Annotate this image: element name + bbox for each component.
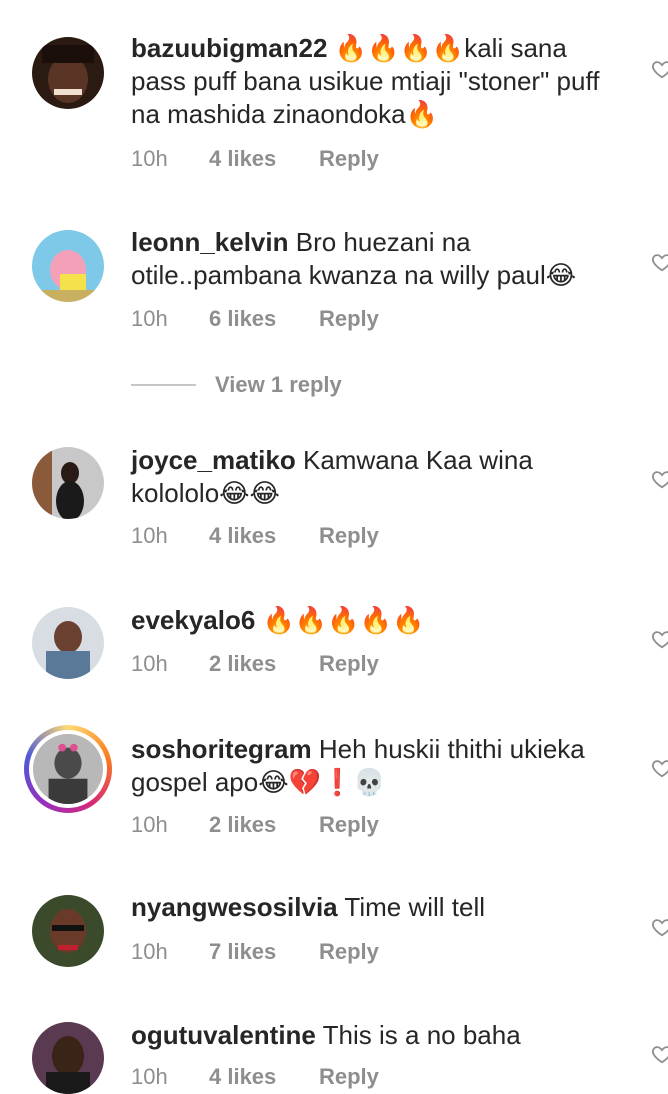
heart-icon[interactable] bbox=[651, 757, 668, 779]
comment-likes[interactable]: 2 likes bbox=[209, 651, 319, 677]
comment-username[interactable]: nyangwesosilvia bbox=[131, 892, 338, 922]
reply-button[interactable]: Reply bbox=[319, 306, 379, 332]
avatar[interactable] bbox=[32, 607, 104, 679]
comment-text-block: nyangwesosilvia Time will tell bbox=[131, 891, 621, 924]
comment-likes[interactable]: 6 likes bbox=[209, 306, 319, 332]
comment-text-block: evekyalo6 🔥🔥🔥🔥🔥 bbox=[131, 604, 621, 637]
comment-username[interactable]: leonn_kelvin bbox=[131, 227, 289, 257]
comment-likes[interactable]: 2 likes bbox=[209, 812, 319, 838]
comment-text: 🔥🔥🔥🔥🔥 bbox=[262, 605, 425, 635]
heart-icon[interactable] bbox=[651, 916, 668, 938]
comment-time: 10h bbox=[131, 651, 168, 676]
avatar bbox=[33, 734, 103, 804]
comment-text-block: ogutuvalentine This is a no baha bbox=[131, 1019, 621, 1052]
avatar[interactable] bbox=[32, 230, 104, 302]
comment-likes[interactable]: 7 likes bbox=[209, 939, 319, 965]
heart-icon[interactable] bbox=[651, 628, 668, 650]
reply-button[interactable]: Reply bbox=[319, 651, 379, 677]
comment-meta: 10h 6 likes Reply bbox=[131, 306, 379, 332]
comment-username[interactable]: bazuubigman22 bbox=[131, 33, 327, 63]
avatar[interactable] bbox=[32, 37, 104, 109]
comment-text: Time will tell bbox=[344, 892, 486, 922]
comment-text-block: bazuubigman22 🔥🔥🔥🔥kali sana pass puff ba… bbox=[131, 32, 621, 131]
comment-time: 10h bbox=[131, 146, 168, 171]
comment-username[interactable]: soshoritegram bbox=[131, 734, 312, 764]
reply-button[interactable]: Reply bbox=[319, 812, 379, 838]
reply-button[interactable]: Reply bbox=[319, 939, 379, 965]
comment-meta: 10h 4 likes Reply bbox=[131, 146, 379, 172]
comment-meta: 10h 2 likes Reply bbox=[131, 651, 379, 677]
comment-meta: 10h 7 likes Reply bbox=[131, 939, 379, 965]
comment-time: 10h bbox=[131, 939, 168, 964]
heart-icon[interactable] bbox=[651, 1043, 668, 1065]
comment-time: 10h bbox=[131, 1064, 168, 1089]
comment-meta: 10h 4 likes Reply bbox=[131, 523, 379, 549]
heart-icon[interactable] bbox=[651, 468, 668, 490]
comment-time: 10h bbox=[131, 523, 168, 548]
comment-likes[interactable]: 4 likes bbox=[209, 523, 319, 549]
comment-time: 10h bbox=[131, 306, 168, 331]
comment-meta: 10h 4 likes Reply bbox=[131, 1064, 379, 1090]
comment-likes[interactable]: 4 likes bbox=[209, 1064, 319, 1090]
comment-text: This is a no baha bbox=[322, 1020, 521, 1050]
avatar[interactable] bbox=[32, 1022, 104, 1094]
divider-line bbox=[131, 384, 196, 386]
comment-text-block: leonn_kelvin Bro huezani na otile..pamba… bbox=[131, 226, 621, 292]
avatar[interactable] bbox=[32, 895, 104, 967]
comment-time: 10h bbox=[131, 812, 168, 837]
comment-username[interactable]: joyce_matiko bbox=[131, 445, 296, 475]
avatar-ring-gap bbox=[29, 730, 107, 808]
view-replies-button[interactable]: View 1 reply bbox=[131, 372, 342, 398]
view-replies-label: View 1 reply bbox=[215, 372, 342, 397]
comment-username[interactable]: evekyalo6 bbox=[131, 605, 255, 635]
avatar[interactable] bbox=[32, 447, 104, 519]
heart-icon[interactable] bbox=[651, 58, 668, 80]
comment-text-block: joyce_matiko Kamwana Kaa wina kolololo😂😂 bbox=[131, 444, 621, 510]
heart-icon[interactable] bbox=[651, 251, 668, 273]
reply-button[interactable]: Reply bbox=[319, 1064, 379, 1090]
comment-meta: 10h 2 likes Reply bbox=[131, 812, 379, 838]
comment-text-block: soshoritegram Heh huskii thithi ukieka g… bbox=[131, 733, 621, 799]
comment-username[interactable]: ogutuvalentine bbox=[131, 1020, 316, 1050]
reply-button[interactable]: Reply bbox=[319, 523, 379, 549]
avatar-story-ring[interactable] bbox=[24, 725, 112, 813]
reply-button[interactable]: Reply bbox=[319, 146, 379, 172]
comment-likes[interactable]: 4 likes bbox=[209, 146, 319, 172]
